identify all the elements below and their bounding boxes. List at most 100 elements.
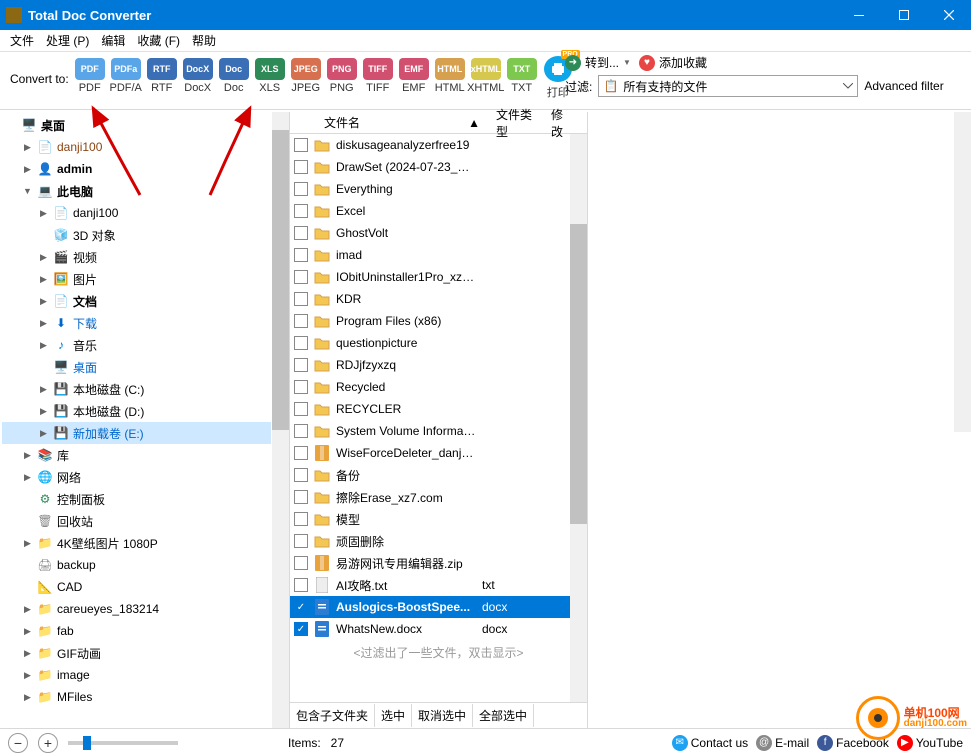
expand-toggle[interactable]: ▶ [38,340,49,351]
expand-toggle[interactable]: ▶ [22,604,33,615]
file-row[interactable]: diskusageanalyzerfree19 [290,134,587,156]
file-checkbox[interactable] [294,578,308,592]
expand-toggle[interactable]: ▶ [22,142,33,153]
folder-tree[interactable]: 🖥️桌面▶📄danji100▶👤admin▼💻此电脑▶📄danji100🧊3D … [0,112,273,710]
file-row[interactable]: System Volume Information [290,420,587,442]
file-checkbox[interactable] [294,248,308,262]
maximize-button[interactable] [881,0,926,30]
file-checkbox[interactable] [294,512,308,526]
zoom-slider-handle[interactable] [83,736,91,750]
minimize-button[interactable] [836,0,881,30]
file-checkbox[interactable] [294,490,308,504]
file-row[interactable]: 备份 [290,464,587,486]
include-subfolders-button[interactable]: 包含子文件夹 [290,704,375,727]
file-row[interactable]: 模型 [290,508,587,530]
file-row[interactable]: Recycled [290,376,587,398]
filelist-scrollbar-thumb[interactable] [570,224,587,524]
expand-toggle[interactable]: ▶ [38,252,49,263]
goto-button[interactable]: ➜ 转到... ▼ [565,54,631,71]
expand-toggle[interactable]: ▶ [22,670,33,681]
file-checkbox[interactable] [294,468,308,482]
tree-item[interactable]: 🖥️桌面 [2,356,271,378]
tree-item[interactable]: ▶🎬视频 [2,246,271,268]
file-checkbox[interactable] [294,270,308,284]
file-checkbox[interactable] [294,424,308,438]
file-checkbox[interactable] [294,314,308,328]
format-docx[interactable]: DocXDocX [181,56,215,94]
select-all-button[interactable]: 全部选中 [473,704,534,727]
format-xhtml[interactable]: xHTMLXHTML [469,56,503,94]
tree-item[interactable]: ▶🖼️图片 [2,268,271,290]
file-checkbox[interactable] [294,226,308,240]
expand-toggle[interactable]: ▶ [22,164,33,175]
file-row[interactable]: ✓Auslogics-BoostSpee...docx [290,596,587,618]
tree-item[interactable]: ▶📁fab [2,620,271,642]
format-jpeg[interactable]: JPEGJPEG [289,56,323,94]
social-contact-us[interactable]: ✉Contact us [672,735,748,751]
expand-toggle[interactable]: ▶ [22,538,33,549]
tree-item[interactable]: 🗑回收站 [2,510,271,532]
tree-item[interactable]: ▶📁4K壁纸图片 1080P [2,532,271,554]
tree-item[interactable]: ▶💾新加载卷 (E:) [2,422,271,444]
file-checkbox[interactable] [294,138,308,152]
expand-toggle[interactable]: ▶ [22,626,33,637]
file-row[interactable]: KDR [290,288,587,310]
tree-item[interactable]: ▶📄danji100 [2,202,271,224]
file-checkbox[interactable] [294,336,308,350]
tree-item[interactable]: 🧊3D 对象 [2,224,271,246]
file-row[interactable]: DrawSet (2024-07-23_13-39-01) [290,156,587,178]
file-row[interactable]: Everything [290,178,587,200]
deselect-button[interactable]: 取消选中 [412,704,473,727]
add-favorite-button[interactable]: ♥ 添加收藏 [639,54,707,71]
expand-toggle[interactable]: ▶ [22,692,33,703]
format-xls[interactable]: XLSXLS [253,56,287,94]
expand-toggle[interactable]: ▶ [22,450,33,461]
file-row[interactable]: Program Files (x86) [290,310,587,332]
tree-item[interactable]: 🖨backup [2,554,271,576]
expand-toggle[interactable]: ▶ [38,384,49,395]
zoom-in-button[interactable]: + [38,733,58,753]
filelist-scrollbar[interactable] [570,134,587,702]
tree-item[interactable]: 📐CAD [2,576,271,598]
zoom-out-button[interactable]: − [8,733,28,753]
file-checkbox[interactable] [294,556,308,570]
file-row[interactable]: ✓WhatsNew.docxdocx [290,618,587,640]
tree-scrollbar-thumb[interactable] [272,130,289,430]
menu-help[interactable]: 帮助 [192,32,216,49]
format-emf[interactable]: EMFEMF [397,56,431,94]
file-row[interactable]: imad [290,244,587,266]
menu-favorites[interactable]: 收藏 (F) [137,32,180,49]
expand-toggle[interactable]: ▶ [22,648,33,659]
menu-file[interactable]: 文件 [10,32,34,49]
file-checkbox[interactable]: ✓ [294,622,308,636]
file-checkbox[interactable] [294,534,308,548]
tree-item[interactable]: ▶📁image [2,664,271,686]
menu-process[interactable]: 处理 (P) [46,32,89,49]
file-row[interactable]: AI攻略.txttxt [290,574,587,596]
expand-toggle[interactable]: ▶ [38,296,49,307]
file-checkbox[interactable] [294,204,308,218]
tree-item[interactable]: ▶♪音乐 [2,334,271,356]
file-row[interactable]: WiseForceDeleter_danji100.com.zip [290,442,587,464]
file-row[interactable]: RDJjfzyxzq [290,354,587,376]
file-checkbox[interactable] [294,402,308,416]
format-png[interactable]: PNGPNG [325,56,359,94]
tree-item[interactable]: ▶👤admin [2,158,271,180]
file-checkbox[interactable] [294,446,308,460]
tree-item[interactable]: 🖥️桌面 [2,114,271,136]
tree-item[interactable]: ▼💻此电脑 [2,180,271,202]
tree-item[interactable]: ▶📁GIF动画 [2,642,271,664]
file-row[interactable]: Excel [290,200,587,222]
file-checkbox[interactable] [294,292,308,306]
format-pdf[interactable]: PDFPDF [73,56,107,94]
social-e-mail[interactable]: @E-mail [756,735,809,751]
format-tiff[interactable]: TIFFTIFF [361,56,395,94]
tree-item[interactable]: ▶⬇下载 [2,312,271,334]
filter-dropdown[interactable]: 📋 所有支持的文件 [598,75,858,97]
file-checkbox[interactable] [294,182,308,196]
select-button[interactable]: 选中 [375,704,412,727]
file-row[interactable]: 顽固删除 [290,530,587,552]
tree-item[interactable]: ▶📄文档 [2,290,271,312]
filtered-files-note[interactable]: <过滤出了一些文件，双击显示> [290,640,587,665]
column-name[interactable]: 文件名▲ [316,114,488,131]
